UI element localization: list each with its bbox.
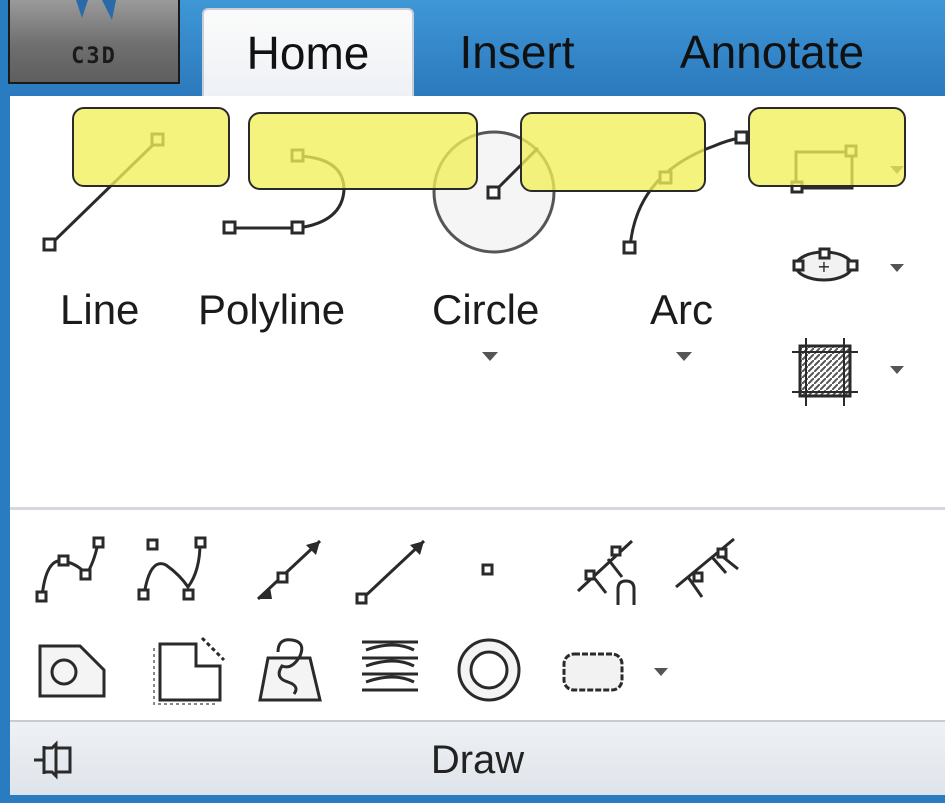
measure-icon[interactable] [672, 535, 748, 607]
highlight-box-arc [520, 112, 706, 192]
arc-tool-label[interactable]: Arc [650, 286, 713, 334]
row2-dropdown-icon[interactable] [654, 668, 670, 678]
polyline-tool-label[interactable]: Polyline [198, 286, 345, 334]
tab-annotate[interactable]: Annotate [652, 8, 892, 96]
window-frame-left [0, 0, 10, 803]
application-menu-button[interactable]: C3D [8, 0, 180, 84]
spline-fit-icon[interactable] [34, 535, 108, 605]
revision-cloud-icon[interactable] [254, 634, 326, 706]
highlight-box-polyline [248, 112, 478, 190]
window-frame-bottom [0, 795, 945, 803]
app-logo-icon [76, 0, 116, 20]
ellipse-dropdown-icon[interactable] [890, 264, 906, 274]
svg-text:+: + [817, 257, 830, 276]
tab-insert[interactable]: Insert [442, 8, 592, 96]
divide-icon[interactable] [572, 535, 652, 609]
hatch-dropdown-icon[interactable] [890, 366, 906, 376]
line-tool-label[interactable]: Line [60, 286, 139, 334]
hatch-icon[interactable] [790, 336, 862, 408]
arc-dropdown-icon[interactable] [676, 352, 694, 364]
multiline-text-icon[interactable] [354, 634, 426, 706]
circle-tool-label[interactable]: Circle [432, 286, 539, 334]
tab-home[interactable]: Home [202, 8, 414, 96]
ribbon-tab-strip: Home Insert Annotate [180, 8, 945, 96]
region-icon[interactable] [34, 640, 110, 702]
highlight-box-line [72, 107, 230, 187]
draw-panel-title: Draw [430, 738, 525, 782]
point-icon[interactable] [480, 562, 496, 578]
app-button-label: C3D [71, 44, 117, 69]
highlight-box-rectangle [748, 107, 906, 187]
circle-dropdown-icon[interactable] [482, 352, 500, 364]
construction-line-icon[interactable] [352, 535, 432, 607]
spline-cv-icon[interactable] [134, 535, 214, 605]
donut-icon[interactable] [454, 636, 526, 706]
boundary-icon[interactable] [560, 648, 630, 696]
ray-icon[interactable] [248, 535, 328, 607]
ellipse-icon[interactable]: + [792, 244, 872, 288]
panel-title-bar[interactable]: Draw [10, 722, 945, 795]
wipeout-icon[interactable] [152, 634, 232, 706]
panel-row-divider [10, 507, 945, 510]
